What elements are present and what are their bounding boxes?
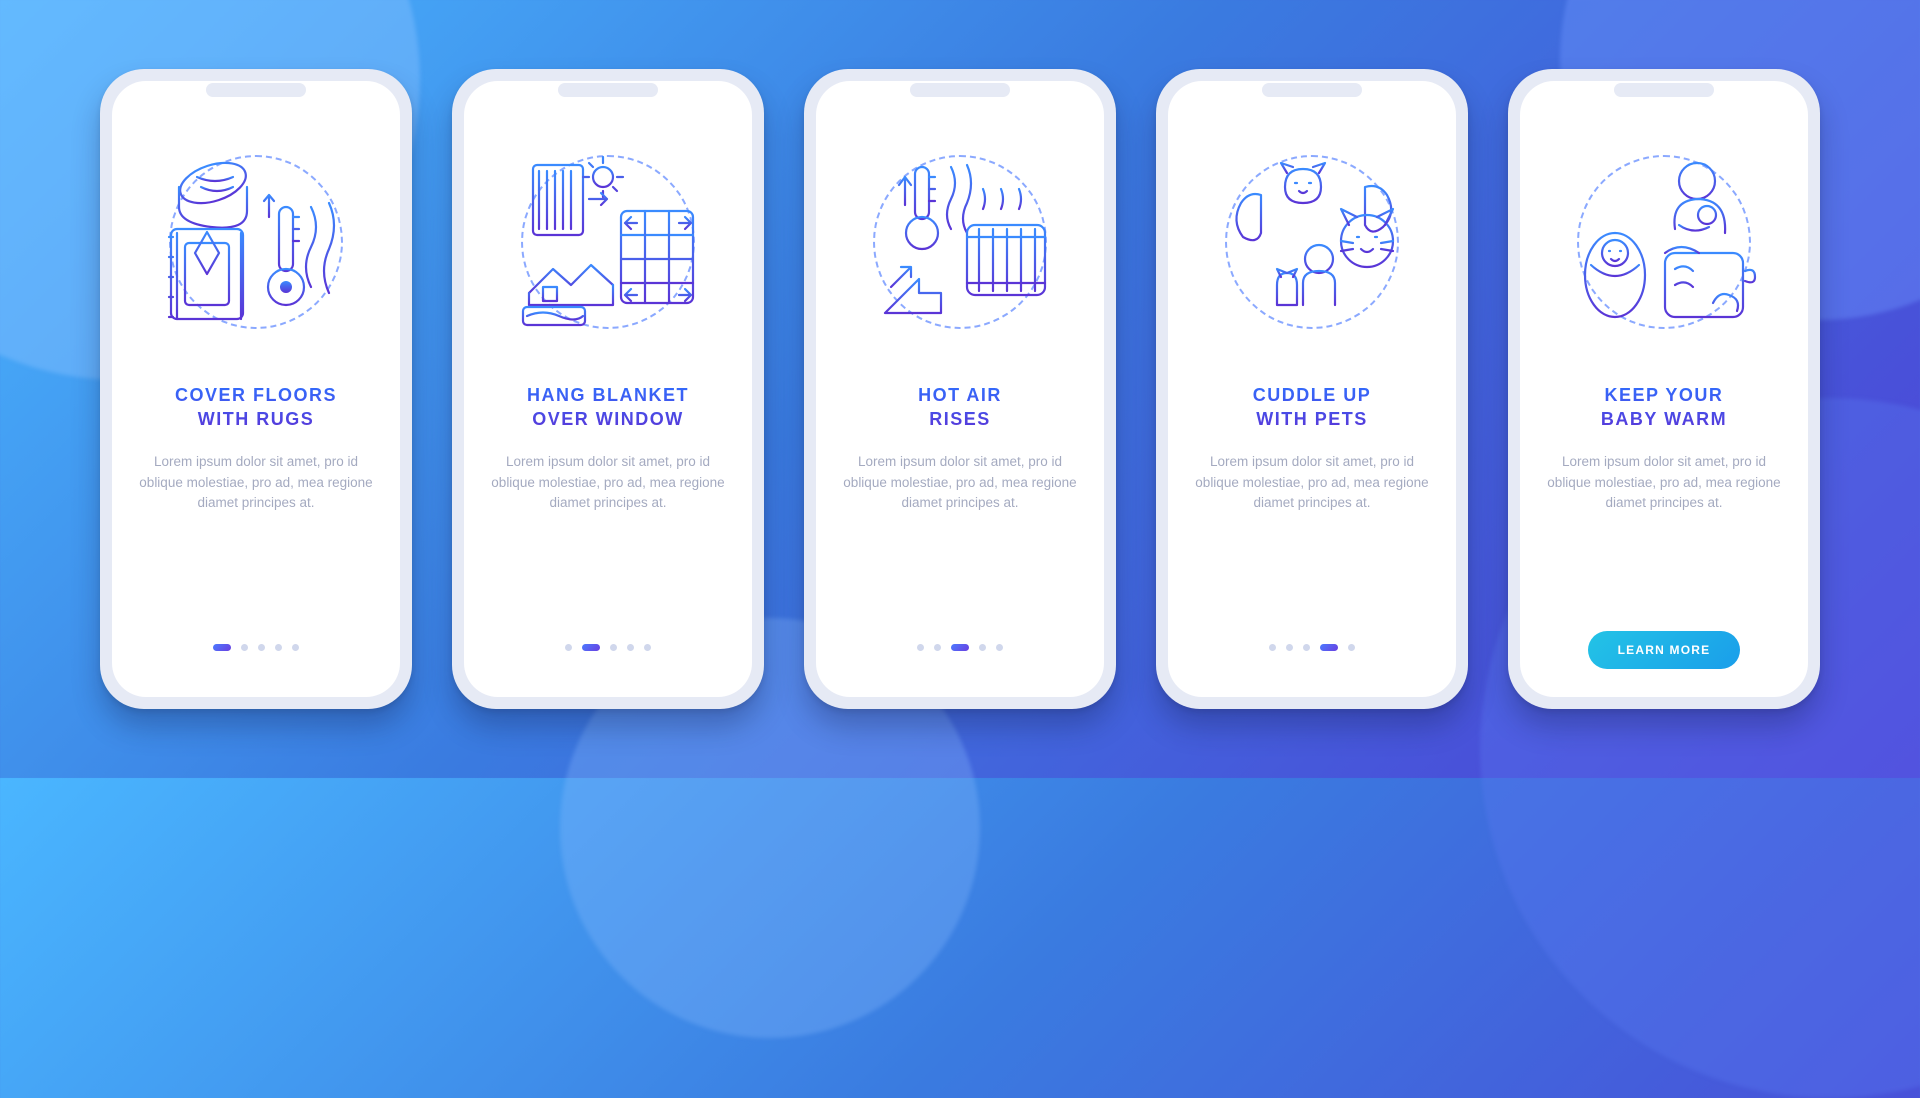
illustration bbox=[1207, 137, 1417, 347]
phone-frame: COVER FLOORS WITH RUGS Lorem ipsum dolor… bbox=[100, 69, 412, 709]
dot[interactable] bbox=[1348, 644, 1355, 651]
learn-more-button[interactable]: LEARN MORE bbox=[1588, 631, 1741, 669]
dot[interactable] bbox=[996, 644, 1003, 651]
dot-active bbox=[951, 644, 969, 651]
dot[interactable] bbox=[258, 644, 265, 651]
screen-description: Lorem ipsum dolor sit amet, pro id obliq… bbox=[1546, 452, 1782, 515]
dot[interactable] bbox=[292, 644, 299, 651]
dot-active bbox=[213, 644, 231, 651]
illustration bbox=[1559, 137, 1769, 347]
illustration bbox=[855, 137, 1065, 347]
onboarding-screen: HANG BLANKET OVER WINDOW Lorem ipsum dol… bbox=[464, 81, 752, 697]
screen-description: Lorem ipsum dolor sit amet, pro id obliq… bbox=[138, 452, 374, 515]
dot[interactable] bbox=[565, 644, 572, 651]
hot-air-radiator-icon bbox=[855, 137, 1065, 347]
baby-warm-icon bbox=[1559, 137, 1769, 347]
dot[interactable] bbox=[917, 644, 924, 651]
dot[interactable] bbox=[1269, 644, 1276, 651]
illustration bbox=[151, 137, 361, 347]
phone-frame: HANG BLANKET OVER WINDOW Lorem ipsum dol… bbox=[452, 69, 764, 709]
onboarding-screen: COVER FLOORS WITH RUGS Lorem ipsum dolor… bbox=[112, 81, 400, 697]
illustration bbox=[503, 137, 713, 347]
screen-title: HOT AIR RISES bbox=[918, 383, 1002, 432]
dot[interactable] bbox=[934, 644, 941, 651]
pets-cuddle-icon bbox=[1207, 137, 1417, 347]
onboarding-screen: HOT AIR RISES Lorem ipsum dolor sit amet… bbox=[816, 81, 1104, 697]
dot[interactable] bbox=[627, 644, 634, 651]
page-indicator bbox=[565, 631, 651, 669]
page-indicator bbox=[917, 631, 1003, 669]
dot[interactable] bbox=[644, 644, 651, 651]
screen-description: Lorem ipsum dolor sit amet, pro id obliq… bbox=[842, 452, 1078, 515]
screen-title: COVER FLOORS WITH RUGS bbox=[175, 383, 337, 432]
screen-title: HANG BLANKET OVER WINDOW bbox=[527, 383, 689, 432]
dot-active bbox=[582, 644, 600, 651]
phone-frame: HOT AIR RISES Lorem ipsum dolor sit amet… bbox=[804, 69, 1116, 709]
onboarding-stage: COVER FLOORS WITH RUGS Lorem ipsum dolor… bbox=[0, 0, 1920, 778]
page-indicator bbox=[1269, 631, 1355, 669]
rug-thermometer-icon bbox=[151, 137, 361, 347]
screen-description: Lorem ipsum dolor sit amet, pro id obliq… bbox=[490, 452, 726, 515]
dot[interactable] bbox=[241, 644, 248, 651]
onboarding-screen: CUDDLE UP WITH PETS Lorem ipsum dolor si… bbox=[1168, 81, 1456, 697]
dot[interactable] bbox=[979, 644, 986, 651]
phone-frame: KEEP YOUR BABY WARM Lorem ipsum dolor si… bbox=[1508, 69, 1820, 709]
screen-title: CUDDLE UP WITH PETS bbox=[1253, 383, 1372, 432]
dot[interactable] bbox=[1286, 644, 1293, 651]
onboarding-screen: KEEP YOUR BABY WARM Lorem ipsum dolor si… bbox=[1520, 81, 1808, 697]
page-indicator bbox=[213, 631, 299, 669]
dot[interactable] bbox=[610, 644, 617, 651]
screen-title: KEEP YOUR BABY WARM bbox=[1601, 383, 1727, 432]
dot[interactable] bbox=[1303, 644, 1310, 651]
dot[interactable] bbox=[275, 644, 282, 651]
blanket-window-icon bbox=[503, 137, 713, 347]
dot-active bbox=[1320, 644, 1338, 651]
screen-description: Lorem ipsum dolor sit amet, pro id obliq… bbox=[1194, 452, 1430, 515]
phone-frame: CUDDLE UP WITH PETS Lorem ipsum dolor si… bbox=[1156, 69, 1468, 709]
